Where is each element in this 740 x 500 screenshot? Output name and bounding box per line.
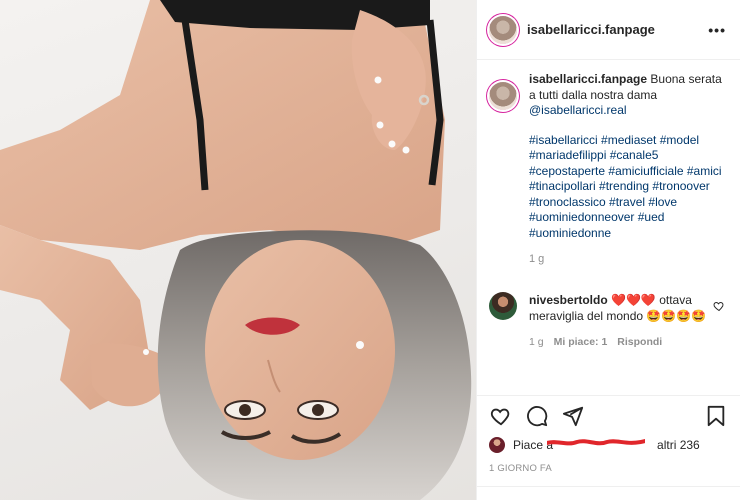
post-header: isabellaricci.fanpage ••• [477,0,740,60]
author-username[interactable]: isabellaricci.fanpage [527,22,655,37]
likes-text-end[interactable]: altri 236 [657,438,700,452]
caption-hashtags[interactable]: #isabellaricci #mediaset #model #mariade… [529,133,727,242]
commenter-avatar[interactable] [489,291,517,320]
post-actions-bar [477,395,740,435]
caption: isabellaricci.fanpage Buona serata a tut… [489,72,727,268]
caption-body: isabellaricci.fanpage Buona serata a tut… [529,72,727,268]
photo-illustration [0,0,472,500]
caption-mention-link[interactable]: @isabellaricci.real [529,103,727,119]
liker-avatar [489,437,505,453]
commenter-username[interactable]: nivesbertoldo [529,293,608,307]
post-photo[interactable] [0,0,476,500]
like-heart-icon[interactable] [489,404,513,428]
comment-item: nivesbertoldo ❤️❤️❤️ ottava meraviglia d… [489,291,727,350]
comment-likes-link[interactable]: Mi piace: 1 [554,334,608,350]
comment-time: 1 g [529,335,544,348]
divider [477,486,740,487]
post-side-panel: isabellaricci.fanpage ••• isabellaricci.… [476,0,740,500]
redaction-scribble [547,439,645,446]
bookmark-icon[interactable] [704,404,728,428]
likes-summary[interactable]: Piace a altri 236 [489,437,700,453]
comment-meta: 1 g Mi piace: 1 Rispondi [529,334,719,350]
instagram-post: isabellaricci.fanpage ••• isabellaricci.… [0,0,740,500]
share-icon[interactable] [561,404,585,428]
likes-text-start: Piace a [513,438,554,452]
author-avatar[interactable] [489,15,517,44]
comment-like-heart-icon[interactable] [713,300,725,312]
post-timestamp: 1 GIORNO FA [489,463,552,474]
caption-time: 1 g [529,253,545,265]
caption-username[interactable]: isabellaricci.fanpage [529,72,647,86]
comment-reply-button[interactable]: Rispondi [617,334,662,350]
comment-body: nivesbertoldo ❤️❤️❤️ ottava meraviglia d… [529,292,719,350]
comment-icon[interactable] [525,404,549,428]
comments-section: isabellaricci.fanpage Buona serata a tut… [477,72,739,350]
more-options-icon[interactable]: ••• [708,22,726,38]
caption-author-avatar[interactable] [489,82,517,110]
